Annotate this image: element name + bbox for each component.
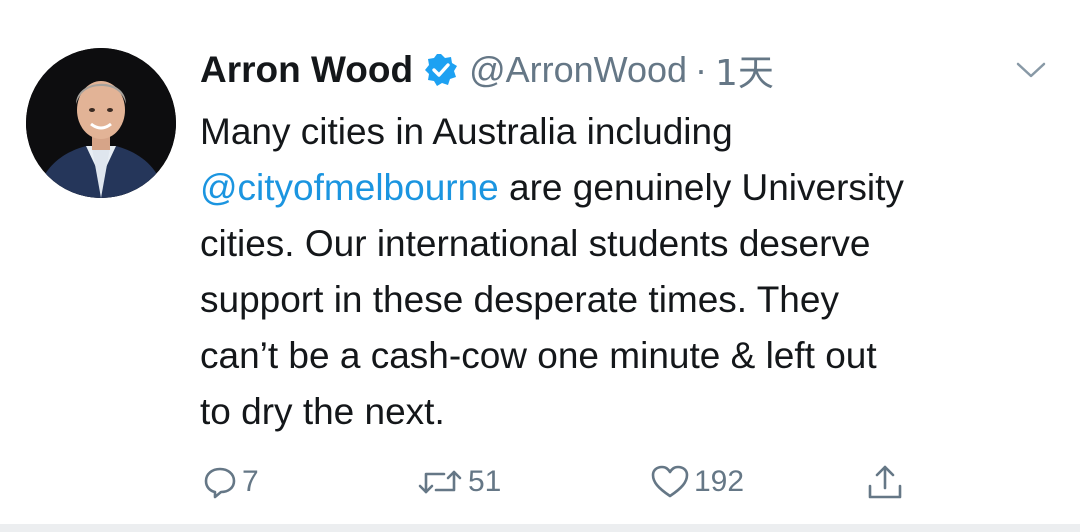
tweet[interactable]: Arron Wood @ArronWood · 1天 Many cities i… [0, 0, 1080, 532]
verified-badge-icon [423, 52, 459, 88]
author-handle[interactable]: @ArronWood [469, 49, 687, 91]
retweet-button[interactable]: 51 [416, 458, 501, 506]
bottom-divider [0, 524, 1080, 532]
tweet-header: Arron Wood @ArronWood · 1天 [200, 44, 774, 96]
retweet-icon [416, 464, 464, 500]
avatar[interactable] [26, 48, 176, 198]
tweet-line: @cityofmelbourne are genuinely Universit… [200, 160, 1060, 216]
tweet-line-text: are genuinely University [509, 167, 904, 208]
tweet-line: to dry the next. [200, 391, 445, 432]
share-button[interactable] [865, 458, 905, 506]
tweet-line: support in these desperate times. They [200, 279, 839, 320]
like-count: 192 [694, 465, 745, 498]
tweet-line: can’t be a cash-cow one minute & left ou… [200, 335, 877, 376]
tweet-line: Many cities in Australia including [200, 111, 733, 152]
mention-link[interactable]: @cityofmelbourne [200, 167, 499, 208]
tweet-line: cities. Our international students deser… [200, 223, 871, 264]
separator-dot: · [695, 49, 708, 90]
author-name[interactable]: Arron Wood [200, 49, 413, 91]
reply-icon [202, 464, 238, 500]
retweet-count: 51 [468, 465, 502, 498]
like-icon [650, 464, 690, 500]
share-icon [865, 462, 905, 502]
tweet-text: Many cities in Australia including @city… [200, 104, 1060, 440]
reply-button[interactable]: 7 [202, 458, 259, 506]
timestamp[interactable]: 1天 [715, 44, 774, 96]
reply-count: 7 [242, 465, 259, 498]
tweet-actions: 7 51 192 [200, 458, 960, 506]
chevron-down-icon[interactable] [1014, 58, 1048, 82]
like-button[interactable]: 192 [650, 458, 744, 506]
